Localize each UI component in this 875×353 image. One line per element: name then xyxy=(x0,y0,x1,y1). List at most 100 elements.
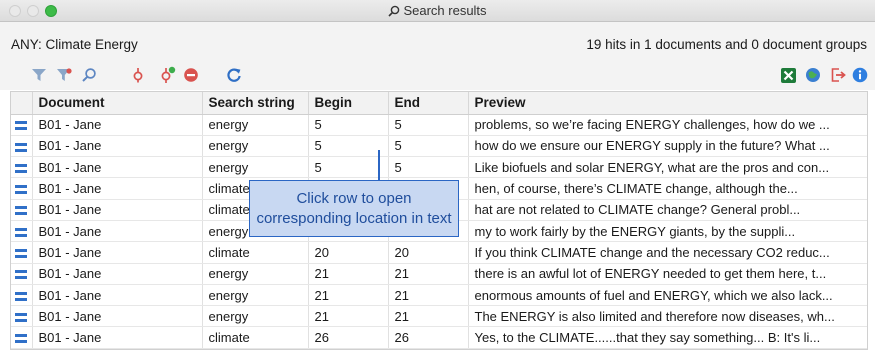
cell-document: B01 - Jane xyxy=(32,326,203,349)
quotation-icon xyxy=(15,121,28,131)
row-icon-cell xyxy=(11,326,33,349)
cell-search-string: climate xyxy=(202,241,309,264)
cell-begin: 5 xyxy=(308,135,389,158)
row-icon-cell xyxy=(11,156,33,179)
quotation-icon xyxy=(15,206,28,216)
cell-search-string: energy xyxy=(202,114,309,136)
row-icon-cell xyxy=(11,177,33,200)
search-icon xyxy=(388,5,400,17)
cell-end: 5 xyxy=(388,156,469,179)
info-icon[interactable] xyxy=(850,65,870,85)
cell-document: B01 - Jane xyxy=(32,263,203,285)
refresh-icon[interactable] xyxy=(224,65,244,85)
column-header-document[interactable]: Document xyxy=(32,92,203,115)
quotation-icon xyxy=(15,185,28,195)
code-icon[interactable] xyxy=(128,65,148,85)
table-header-row: Document Search string Begin End Preview xyxy=(11,92,867,115)
table-row[interactable]: B01 - Jane energy 5 5 problems, so we’re… xyxy=(11,114,867,136)
cell-end: 5 xyxy=(388,135,469,158)
cell-document: B01 - Jane xyxy=(32,114,203,136)
table-row[interactable]: B01 - Jane climate 20 20 If you think CL… xyxy=(11,241,867,264)
search-icon[interactable] xyxy=(79,65,99,85)
cell-begin: 21 xyxy=(308,305,389,328)
cell-end: 21 xyxy=(388,263,469,285)
cell-preview: how do we ensure our ENERGY supply in th… xyxy=(468,135,867,158)
column-header-begin[interactable]: Begin xyxy=(308,92,389,115)
cell-preview: my to work fairly by the ENERGY giants, … xyxy=(468,220,867,243)
search-query-label: ANY: Climate Energy xyxy=(11,37,138,52)
cell-document: B01 - Jane xyxy=(32,135,203,158)
table-row[interactable]: B01 - Jane energy 5 5 Like biofuels and … xyxy=(11,156,867,179)
filter-remove-icon[interactable] xyxy=(54,65,74,85)
row-icon-cell xyxy=(11,135,33,158)
quotation-icon xyxy=(15,291,28,301)
cell-preview: problems, so we’re facing ENERGY challen… xyxy=(468,114,867,136)
table-row[interactable]: B01 - Jane climate 26 26 Yes, to the CLI… xyxy=(11,326,867,349)
callout-pointer-line xyxy=(378,150,380,181)
cell-search-string: energy xyxy=(202,263,309,285)
cell-search-string: energy xyxy=(202,284,309,307)
row-icon-cell xyxy=(11,305,33,328)
table-row[interactable]: B01 - Jane energy 21 21 The ENERGY is al… xyxy=(11,305,867,328)
cell-begin: 20 xyxy=(308,241,389,264)
cell-search-string: energy xyxy=(202,135,309,158)
row-icon-cell xyxy=(11,199,33,221)
cell-document: B01 - Jane xyxy=(32,284,203,307)
column-header-search-string[interactable]: Search string xyxy=(202,92,309,115)
cell-end: 26 xyxy=(388,326,469,349)
remove-icon[interactable] xyxy=(181,65,201,85)
cell-search-string: energy xyxy=(202,305,309,328)
title-bar: Search results xyxy=(0,0,875,22)
cell-end: 5 xyxy=(388,114,469,136)
table-row[interactable]: B01 - Jane energy 21 21 enormous amounts… xyxy=(11,284,867,307)
cell-preview: there is an awful lot of ENERGY needed t… xyxy=(468,263,867,285)
cell-end: 21 xyxy=(388,284,469,307)
cell-search-string: climate xyxy=(202,326,309,349)
table-row[interactable]: B01 - Jane energy 21 21 there is an awfu… xyxy=(11,263,867,285)
cell-end: 20 xyxy=(388,241,469,264)
cell-document: B01 - Jane xyxy=(32,199,203,221)
column-header-preview[interactable]: Preview xyxy=(468,92,867,115)
cell-preview: The ENERGY is also limited and therefore… xyxy=(468,305,867,328)
cell-preview: hen, of course, there’s CLIMATE change, … xyxy=(468,177,867,200)
cell-document: B01 - Jane xyxy=(32,156,203,179)
row-icon-cell xyxy=(11,114,33,136)
web-icon[interactable] xyxy=(803,65,823,85)
cell-preview: enormous amounts of fuel and ENERGY, whi… xyxy=(468,284,867,307)
filter-icon[interactable] xyxy=(29,65,49,85)
quotation-icon xyxy=(15,270,28,280)
column-header-end[interactable]: End xyxy=(388,92,469,115)
cell-end: 21 xyxy=(388,305,469,328)
cell-preview: If you think CLIMATE change and the nece… xyxy=(468,241,867,264)
cell-begin: 21 xyxy=(308,284,389,307)
cell-document: B01 - Jane xyxy=(32,305,203,328)
callout-line-1: Click row to open xyxy=(296,189,412,207)
excel-export-icon[interactable] xyxy=(778,65,798,85)
cell-begin: 21 xyxy=(308,263,389,285)
quotation-icon xyxy=(15,163,28,173)
window-title: Search results xyxy=(0,3,875,18)
quotation-icon xyxy=(15,334,28,344)
window-title-text: Search results xyxy=(403,3,487,18)
cell-preview: Like biofuels and solar ENERGY, what are… xyxy=(468,156,867,179)
row-icon-cell xyxy=(11,284,33,307)
cell-begin: 26 xyxy=(308,326,389,349)
quotation-icon xyxy=(15,227,28,237)
cell-preview: Yes, to the CLIMATE......that they say s… xyxy=(468,326,867,349)
callout-annotation: Click row to open corresponding location… xyxy=(249,180,459,237)
cell-begin: 5 xyxy=(308,114,389,136)
cell-document: B01 - Jane xyxy=(32,177,203,200)
code-add-icon[interactable] xyxy=(157,65,177,85)
quotation-icon xyxy=(15,248,28,258)
cell-document: B01 - Jane xyxy=(32,241,203,264)
callout-line-2: corresponding location in text xyxy=(256,209,452,227)
cell-document: B01 - Jane xyxy=(32,220,203,243)
cell-search-string: energy xyxy=(202,156,309,179)
quotation-icon xyxy=(15,312,28,322)
cell-begin: 5 xyxy=(308,156,389,179)
row-icon-cell xyxy=(11,220,33,243)
toolbar xyxy=(0,60,875,90)
column-header-icon[interactable] xyxy=(11,92,33,115)
table-row[interactable]: B01 - Jane energy 5 5 how do we ensure o… xyxy=(11,135,867,158)
export-icon[interactable] xyxy=(828,65,848,85)
